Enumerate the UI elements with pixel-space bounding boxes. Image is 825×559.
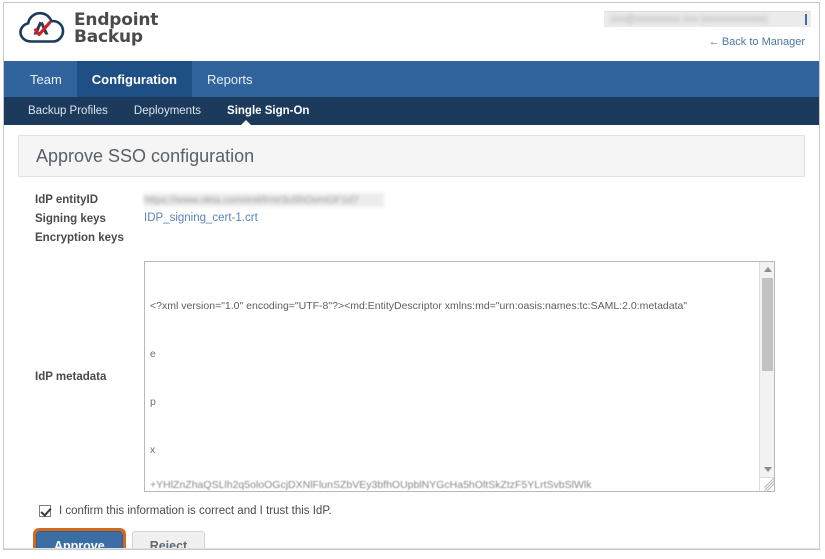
subnav-item-backup-profiles[interactable]: Backup Profiles	[15, 105, 121, 117]
metadata-line-3: x	[150, 444, 156, 456]
form-row-idp-entityid: IdP entityID https://www.okta.com/exkfrm…	[18, 193, 805, 210]
metadata-line-2: p	[150, 396, 156, 408]
page-bottom-divider	[4, 548, 819, 549]
value-idp-entityid: https://www.okta.com/exkfrmr3u5hOvmGF1d7	[144, 193, 384, 207]
primary-navigation: Team Configuration Reports	[4, 61, 819, 97]
label-idp-metadata: IdP metadata	[35, 370, 107, 383]
scrollbar-thumb[interactable]	[762, 278, 773, 371]
value-idp-entityid-wrapper: https://www.okta.com/exkfrmr3u5hOvmGF1d7	[144, 193, 384, 210]
confirm-label: I confirm this information is correct an…	[59, 505, 332, 517]
form-row-encryption-keys: Encryption keys	[18, 231, 805, 248]
label-encryption-keys: Encryption keys	[35, 232, 124, 244]
confirm-checkbox[interactable]	[39, 505, 51, 517]
account-caret-icon	[805, 14, 807, 25]
back-to-manager-link[interactable]: ← Back to Manager	[709, 36, 805, 48]
metadata-last-line: +YHlZnZhaQSLlh2q5oloOGcjDXNlFlunSZbVEy3b…	[150, 479, 592, 491]
application-window: Endpoint Backup xxx@xxxxxxxxx.xxx (xxxxx…	[3, 2, 820, 550]
resize-grip-icon[interactable]	[759, 477, 774, 491]
brand-name: Endpoint Backup	[74, 11, 158, 46]
subnav-item-single-sign-on[interactable]: Single Sign-On	[214, 105, 322, 117]
tab-reports[interactable]: Reports	[192, 61, 268, 97]
metadata-line-0: <?xml version="1.0" encoding="UTF-8"?><m…	[150, 300, 688, 312]
panel-header: Approve SSO configuration	[18, 135, 805, 177]
left-arrow-icon: ←	[708, 36, 720, 48]
sso-approval-form: IdP entityID https://www.okta.com/exkfrm…	[18, 177, 805, 549]
metadata-line-1: e	[150, 348, 156, 360]
triangle-up-icon	[763, 267, 772, 272]
brand-logo[interactable]: Endpoint Backup	[18, 8, 158, 48]
account-menu[interactable]: xxx@xxxxxxxxx.xxx (xxxxxxxxxxxx)	[604, 11, 811, 27]
tab-team[interactable]: Team	[15, 61, 77, 97]
scroll-down-button[interactable]	[760, 462, 774, 477]
idp-metadata-content: <?xml version="1.0" encoding="UTF-8"?><m…	[145, 262, 758, 491]
main-content: Approve SSO configuration IdP entityID h…	[4, 125, 819, 549]
confirm-row: I confirm this information is correct an…	[18, 505, 805, 517]
label-signing-keys: Signing keys	[35, 213, 106, 225]
triangle-down-icon	[763, 467, 772, 472]
scroll-up-button[interactable]	[760, 262, 774, 277]
idp-metadata-textarea[interactable]: <?xml version="1.0" encoding="UTF-8"?><m…	[144, 261, 775, 492]
signing-key-file-link[interactable]: IDP_signing_cert-1.crt	[144, 212, 258, 224]
form-row-idp-metadata: IdP metadata <?xml version="1.0" encodin…	[18, 261, 805, 492]
page-title: Approve SSO configuration	[36, 145, 255, 166]
brand-name-line2: Backup	[74, 26, 143, 47]
account-email: xxx@xxxxxxxxx.xxx (xxxxxxxxxxxx)	[610, 14, 768, 25]
form-row-signing-keys: Signing keys IDP_signing_cert-1.crt	[18, 212, 805, 229]
back-to-manager-label: Back to Manager	[721, 36, 805, 48]
metadata-scrollbar[interactable]	[759, 262, 774, 491]
subnav-item-deployments[interactable]: Deployments	[121, 105, 214, 117]
value-signing-keys-wrapper: IDP_signing_cert-1.crt	[144, 212, 258, 224]
secondary-navigation: Backup Profiles Deployments Single Sign-…	[4, 97, 819, 126]
tab-configuration[interactable]: Configuration	[76, 61, 193, 97]
label-idp-entityid: IdP entityID	[35, 194, 99, 206]
masthead: Endpoint Backup xxx@xxxxxxxxx.xxx (xxxxx…	[4, 3, 819, 61]
cloud-check-icon	[19, 11, 65, 43]
